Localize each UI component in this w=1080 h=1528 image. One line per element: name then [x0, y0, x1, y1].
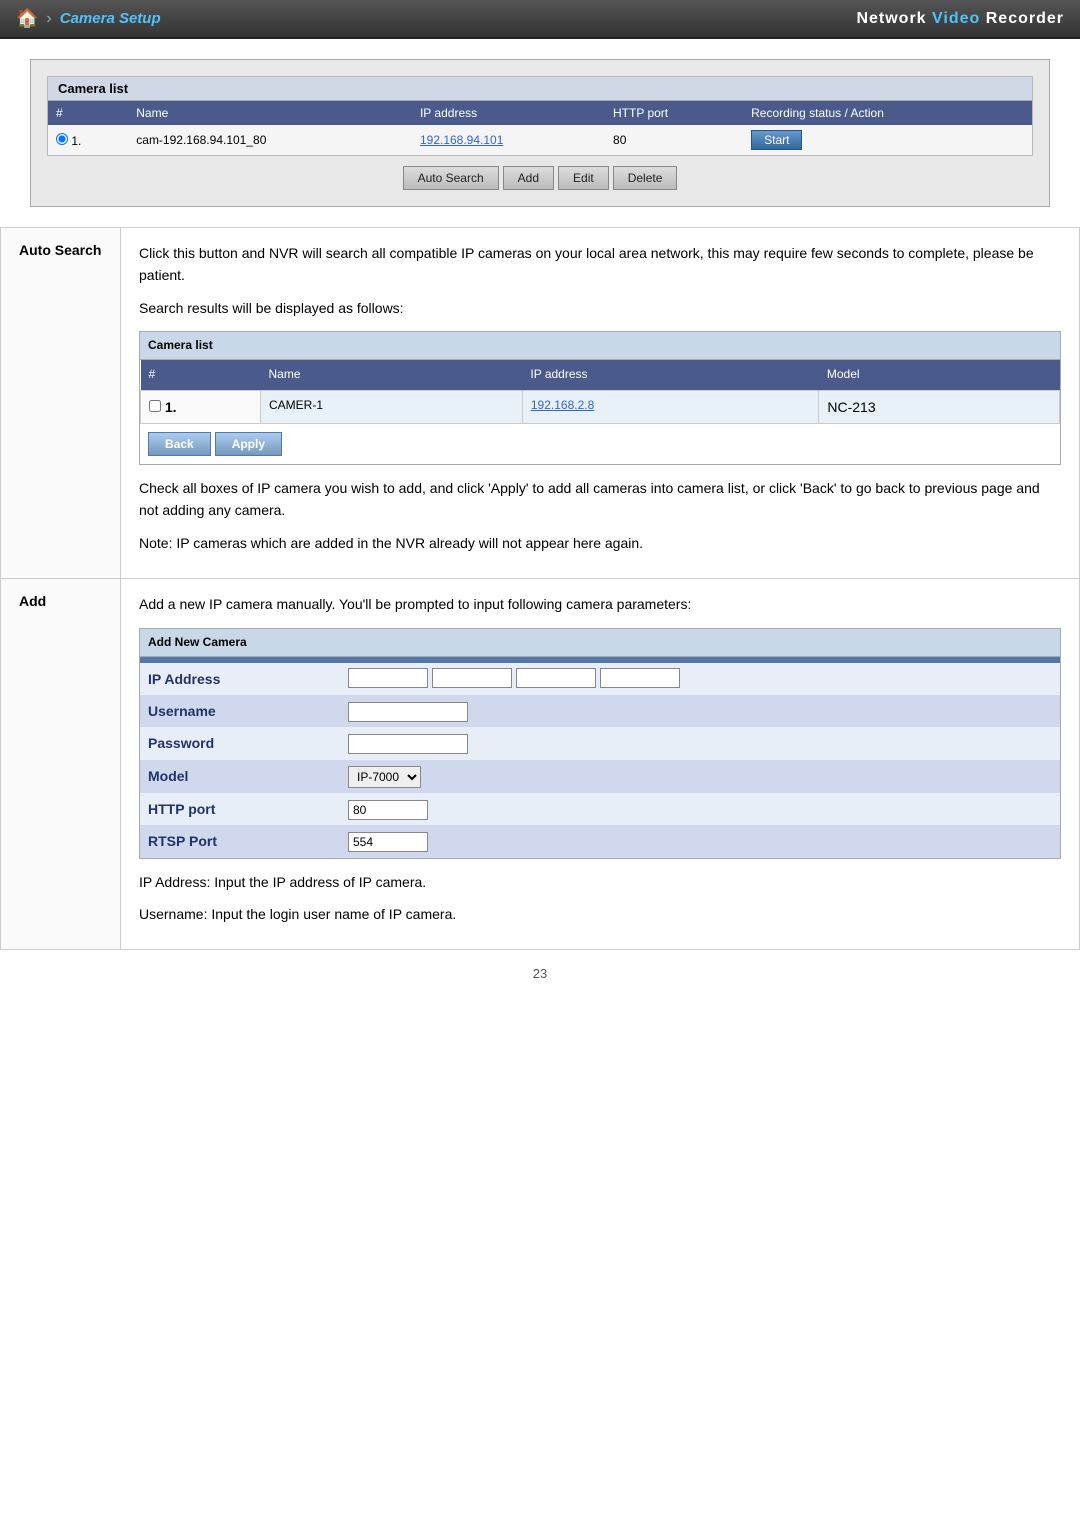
camera-list-box: Camera list # Name IP address HTTP port …	[47, 76, 1033, 156]
inner-row-model: NC-213	[819, 390, 1060, 423]
add-new-camera-title: Add New Camera	[140, 629, 1060, 657]
col-action: Recording status / Action	[743, 101, 1032, 125]
field-label-model: Model	[140, 760, 340, 793]
inner-table-row: 1. CAMER-1 192.168.2.8 NC-213	[141, 390, 1060, 423]
camera-list-title: Camera list	[48, 77, 1032, 101]
auto-search-desc-2: Search results will be displayed as foll…	[139, 297, 1061, 319]
auto-search-desc-1: Click this button and NVR will search al…	[139, 242, 1061, 287]
field-username: Username	[140, 695, 1060, 727]
ip-link[interactable]: 192.168.94.101	[420, 133, 503, 147]
inner-camera-list: Camera list # Name IP address Model	[139, 331, 1061, 465]
row-action: Start	[743, 125, 1032, 155]
field-value-username	[340, 695, 1060, 727]
http-port-input[interactable]	[348, 800, 428, 820]
auto-search-desc-3: Check all boxes of IP camera you wish to…	[139, 477, 1061, 522]
auto-search-button[interactable]: Auto Search	[403, 166, 499, 190]
row-radio[interactable]	[56, 133, 68, 145]
page-number: 23	[0, 966, 1080, 981]
camera-setup-panel: Camera list # Name IP address HTTP port …	[30, 59, 1050, 207]
home-icon[interactable]: 🏠	[16, 8, 38, 29]
add-description: Add a new IP camera manually. You'll be …	[121, 579, 1080, 950]
ip-octet-2[interactable]	[432, 668, 512, 688]
row-ip: 192.168.94.101	[412, 125, 605, 155]
field-label-rtsp-port: RTSP Port	[140, 825, 340, 857]
apply-button[interactable]: Apply	[215, 432, 282, 456]
item-label-auto-search: Auto Search	[1, 228, 121, 579]
brand-name: Network Video Recorder	[856, 10, 1064, 28]
field-rtsp-port: RTSP Port	[140, 825, 1060, 857]
inner-row-ip: 192.168.2.8	[522, 390, 819, 423]
breadcrumb-chevron: ›	[46, 10, 51, 28]
main-content-table: Auto Search Click this button and NVR wi…	[0, 227, 1080, 950]
field-label-password: Password	[140, 727, 340, 759]
delete-button[interactable]: Delete	[613, 166, 678, 190]
ip-octet-4[interactable]	[600, 668, 680, 688]
add-camera-table: IP Address	[140, 663, 1060, 858]
add-new-camera-form: Add New Camera IP Address	[139, 628, 1061, 859]
icol-name: Name	[261, 360, 523, 390]
field-ip-address: IP Address	[140, 663, 1060, 695]
camera-list-table: # Name IP address HTTP port Recording st…	[48, 101, 1032, 155]
add-desc-username: Username: Input the login user name of I…	[139, 903, 1061, 925]
add-row: Add Add a new IP camera manually. You'll…	[1, 579, 1080, 950]
field-value-ip	[340, 663, 1060, 695]
icol-ip: IP address	[522, 360, 819, 390]
inner-row-name: CAMER-1	[261, 390, 523, 423]
icol-model: Model	[819, 360, 1060, 390]
rtsp-port-input[interactable]	[348, 832, 428, 852]
field-http-port: HTTP port	[140, 793, 1060, 825]
inner-camera-table: # Name IP address Model 1.	[140, 360, 1060, 424]
field-value-http-port	[340, 793, 1060, 825]
col-ip: IP address	[412, 101, 605, 125]
field-value-rtsp-port	[340, 825, 1060, 857]
auto-search-row: Auto Search Click this button and NVR wi…	[1, 228, 1080, 579]
field-model: Model IP-7000	[140, 760, 1060, 793]
row-camera-name: cam-192.168.94.101_80	[128, 125, 412, 155]
row-port: 80	[605, 125, 743, 155]
inner-row-check[interactable]: 1.	[141, 390, 261, 423]
start-button[interactable]: Start	[751, 130, 802, 150]
col-name: Name	[128, 101, 412, 125]
auto-search-description: Click this button and NVR will search al…	[121, 228, 1080, 579]
nvr-header: 🏠 › Camera Setup Network Video Recorder	[0, 0, 1080, 39]
model-select[interactable]: IP-7000	[348, 766, 421, 788]
section-title: Camera Setup	[60, 10, 161, 27]
username-input[interactable]	[348, 702, 468, 722]
field-label-ip: IP Address	[140, 663, 340, 695]
field-label-username: Username	[140, 695, 340, 727]
ip-octet-1[interactable]	[348, 668, 428, 688]
item-label-add: Add	[1, 579, 121, 950]
field-label-http-port: HTTP port	[140, 793, 340, 825]
inner-camera-list-title: Camera list	[140, 332, 1060, 360]
icol-num: #	[141, 360, 261, 390]
ip-octet-3[interactable]	[516, 668, 596, 688]
auto-search-desc-4: Note: IP cameras which are added in the …	[139, 532, 1061, 554]
field-password: Password	[140, 727, 1060, 759]
field-value-model: IP-7000	[340, 760, 1060, 793]
add-desc-ip: IP Address: Input the IP address of IP c…	[139, 871, 1061, 893]
inner-button-bar: Back Apply	[148, 432, 1052, 456]
ip-fields	[348, 668, 1052, 688]
inner-ip-link[interactable]: 192.168.2.8	[531, 398, 594, 412]
row-num: 1.	[48, 125, 128, 155]
table-row: 1. cam-192.168.94.101_80 192.168.94.101 …	[48, 125, 1032, 155]
col-port: HTTP port	[605, 101, 743, 125]
action-bar: Auto Search Add Edit Delete	[47, 166, 1033, 190]
edit-button[interactable]: Edit	[558, 166, 609, 190]
add-desc-1: Add a new IP camera manually. You'll be …	[139, 593, 1061, 615]
add-button[interactable]: Add	[503, 166, 554, 190]
password-input[interactable]	[348, 734, 468, 754]
field-value-password	[340, 727, 1060, 759]
col-num: #	[48, 101, 128, 125]
row-checkbox[interactable]	[149, 400, 161, 412]
back-button[interactable]: Back	[148, 432, 211, 456]
